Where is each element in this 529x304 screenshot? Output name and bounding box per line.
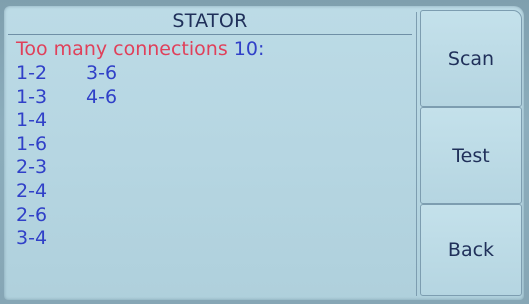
connection-item: 2-6 (16, 203, 48, 226)
connection-list-column-2: 3-6 4-6 (86, 62, 117, 109)
connection-item: 1-2 (16, 62, 48, 84)
page-title: STATOR (172, 10, 248, 32)
test-button[interactable]: Test (420, 107, 522, 204)
connection-item: 3-4 (16, 227, 48, 250)
connection-list-column-1: 1-2 1-3 1-4 1-6 2-3 2-4 2-6 3-4 (16, 62, 47, 251)
back-button[interactable]: Back (420, 204, 522, 296)
connection-item: 3-6 (86, 62, 118, 84)
connection-count: 10 (233, 38, 258, 60)
back-button-label: Back (447, 239, 495, 261)
scan-button[interactable]: Scan (420, 10, 522, 107)
connection-item: 2-4 (16, 179, 48, 202)
error-message-text: Too many connections (16, 38, 228, 60)
title-divider (8, 34, 412, 35)
connection-item: 1-6 (16, 132, 48, 155)
lcd-screen: STATOR Too many connections 10: 1-2 1-3 … (4, 6, 524, 300)
error-message: Too many connections 10: (16, 38, 264, 60)
sidebar-divider (416, 12, 417, 296)
connection-item: 4-6 (86, 85, 118, 108)
device-bezel: STATOR Too many connections 10: 1-2 1-3 … (0, 0, 529, 304)
error-message-suffix: : (257, 38, 265, 60)
test-button-label: Test (452, 144, 490, 167)
scan-button-label: Scan (447, 47, 495, 70)
connection-item: 1-4 (16, 109, 48, 132)
connection-item: 1-3 (16, 85, 48, 108)
connection-item: 2-3 (16, 156, 48, 179)
